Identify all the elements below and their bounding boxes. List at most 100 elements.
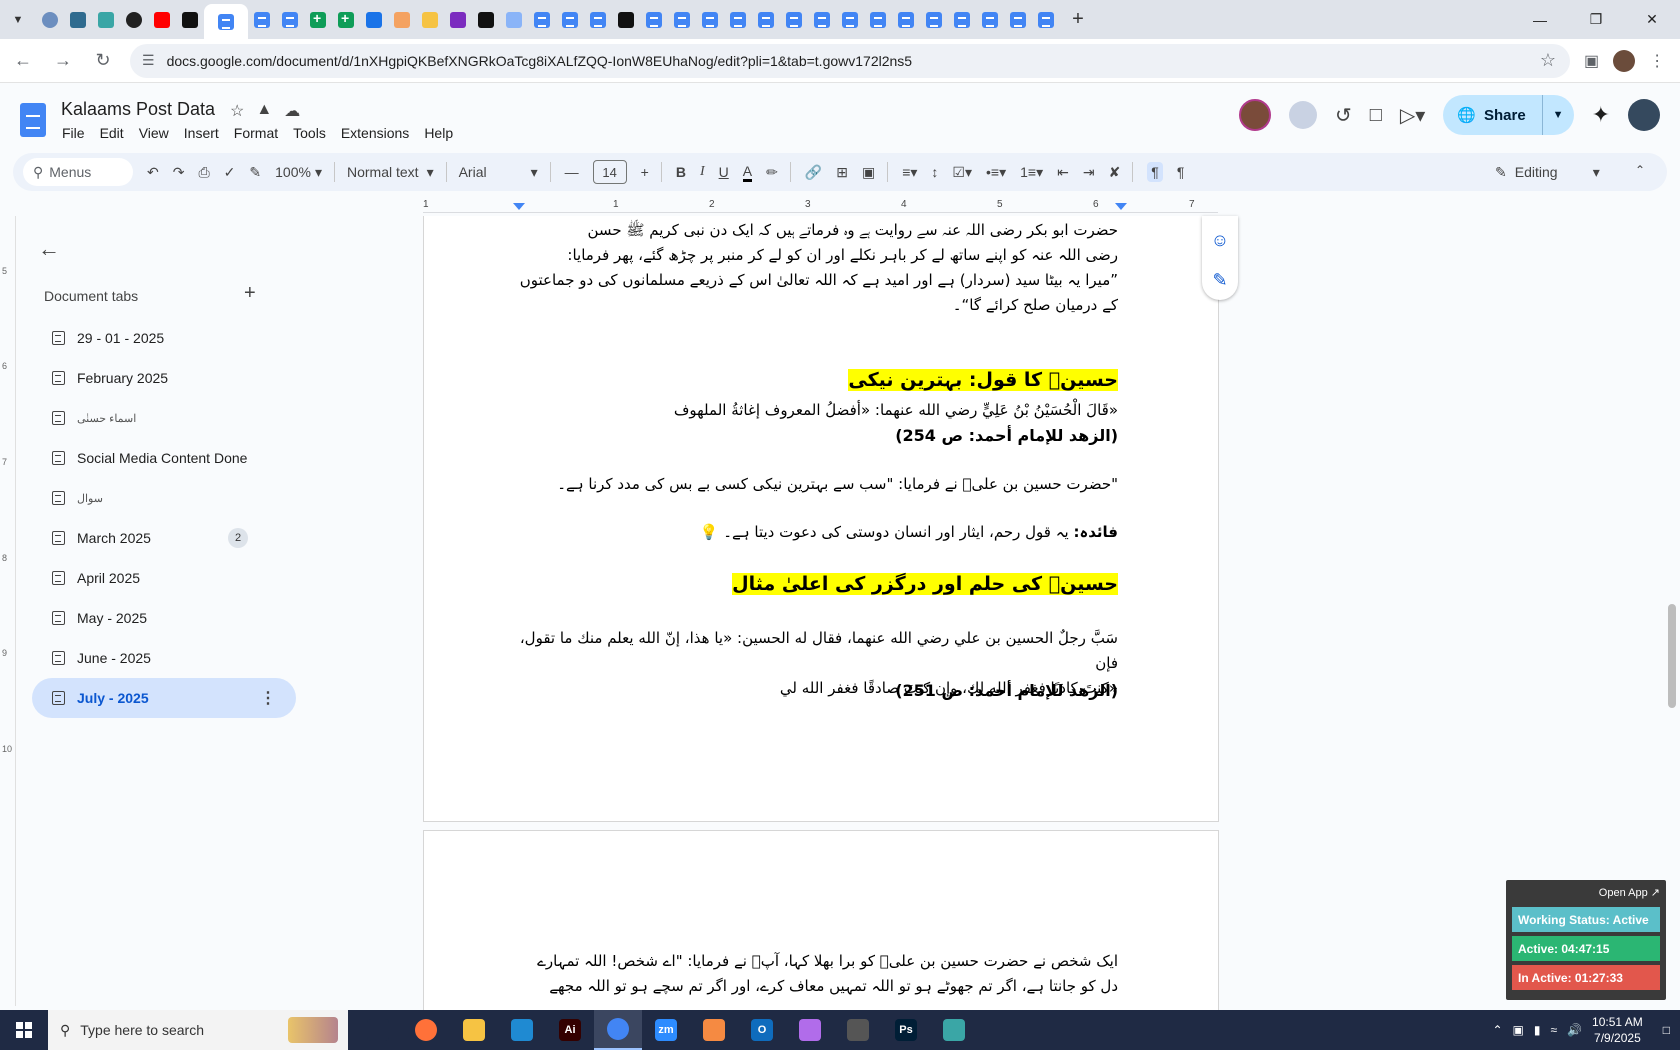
undo-icon[interactable]: ↶ [147, 164, 159, 181]
bullet-list-icon[interactable]: •≡▾ [986, 164, 1006, 181]
browser-tab[interactable] [948, 4, 976, 36]
zoom-select[interactable]: 100% ▾ [275, 164, 322, 181]
network-icon[interactable]: ▣ [1513, 1023, 1524, 1037]
browser-tab[interactable] [612, 4, 640, 36]
comments-icon[interactable]: □ [1370, 104, 1382, 127]
chevron-up-icon[interactable]: ⌃ [1492, 1023, 1502, 1037]
horizontal-ruler[interactable]: 1 1 2 3 4 5 6 7 [423, 199, 1218, 213]
spellcheck-icon[interactable]: ✓ [224, 164, 236, 181]
browser-tab[interactable] [976, 4, 1004, 36]
browser-tab[interactable] [556, 4, 584, 36]
paint-format-icon[interactable]: ✎ [249, 164, 261, 181]
document-tab-item[interactable]: July - 2025 ⋮ [32, 678, 296, 718]
taskbar-app[interactable] [786, 1010, 834, 1050]
menu-help[interactable]: Help [424, 125, 462, 141]
menu-edit[interactable]: Edit [100, 125, 133, 141]
back-icon[interactable]: ← [6, 44, 40, 78]
browser-tab[interactable] [864, 4, 892, 36]
more-options-icon[interactable]: ⋮ [260, 688, 276, 708]
document-tab-item[interactable]: سوال [32, 478, 296, 518]
version-history-icon[interactable]: ↺ [1335, 103, 1352, 128]
star-icon[interactable]: ☆ [230, 101, 244, 121]
minimize-icon[interactable]: — [1512, 0, 1568, 39]
taskbar-app[interactable] [930, 1010, 978, 1050]
print-icon[interactable]: ⎙ [198, 164, 209, 181]
document-tab-item[interactable]: Social Media Content Done [32, 438, 296, 478]
extensions-icon[interactable]: ▣ [1584, 51, 1599, 71]
close-icon[interactable]: ✕ [1624, 0, 1680, 39]
document-tab-item[interactable]: June - 2025 [32, 638, 296, 678]
browser-tab[interactable] [640, 4, 668, 36]
address-input[interactable]: ☰ docs.google.com/document/d/1nXHgpiQKBe… [130, 43, 1570, 78]
document-tab-item[interactable]: اسماء حسنٰی [32, 398, 296, 438]
browser-tab[interactable] [920, 4, 948, 36]
taskbar-app[interactable] [498, 1010, 546, 1050]
redo-icon[interactable]: ↷ [173, 164, 185, 181]
taskbar-app[interactable]: zm [642, 1010, 690, 1050]
menu-view[interactable]: View [139, 125, 178, 141]
taskbar-app[interactable] [354, 1010, 402, 1050]
numbered-list-icon[interactable]: 1≡▾ [1020, 164, 1043, 181]
browser-tab[interactable] [808, 4, 836, 36]
browser-tab[interactable] [248, 4, 276, 36]
suggest-edit-icon[interactable]: ✎ [1212, 270, 1227, 291]
menu-file[interactable]: File [62, 125, 94, 141]
browser-tab[interactable] [120, 4, 148, 36]
forward-icon[interactable]: → [46, 44, 80, 78]
ltr-icon[interactable]: ¶ [1147, 162, 1163, 182]
document-page[interactable]: حضرت ابو بکر رضی اللہ عنہ سے روایت ہے وہ… [423, 216, 1219, 822]
browser-tab[interactable] [276, 4, 304, 36]
browser-tab[interactable] [388, 4, 416, 36]
emoji-reaction-icon[interactable]: ☺ [1211, 230, 1229, 251]
browser-tab[interactable] [472, 4, 500, 36]
document-tab-item[interactable]: May - 2025 [32, 598, 296, 638]
taskbar-app[interactable]: Ai [546, 1010, 594, 1050]
chrome-menu-icon[interactable]: ⋮ [1649, 51, 1665, 71]
browser-tab[interactable] [176, 4, 204, 36]
browser-tab[interactable] [148, 4, 176, 36]
browser-tab[interactable] [500, 4, 528, 36]
browser-tab[interactable] [752, 4, 780, 36]
taskbar-app[interactable]: Ps [882, 1010, 930, 1050]
bold-button[interactable]: B [676, 164, 686, 180]
checklist-icon[interactable]: ☑▾ [952, 164, 972, 181]
style-select[interactable]: Normal text ▾ [347, 164, 434, 181]
cloud-status-icon[interactable]: ☁ [284, 101, 300, 121]
browser-tab[interactable] [444, 4, 472, 36]
scrollbar[interactable] [1668, 604, 1676, 708]
clear-format-icon[interactable]: ✘ [1109, 164, 1121, 181]
volume-icon[interactable]: 🔊 [1567, 1023, 1582, 1037]
browser-tab[interactable] [696, 4, 724, 36]
gemini-icon[interactable]: ✦ [1592, 102, 1610, 128]
add-tab-button[interactable]: + [244, 282, 256, 305]
taskbar-app[interactable]: O [738, 1010, 786, 1050]
increase-font-icon[interactable]: + [641, 164, 649, 180]
add-comment-icon[interactable]: ⊞ [836, 164, 848, 181]
browser-tab[interactable] [332, 4, 360, 36]
align-icon[interactable]: ≡▾ [902, 164, 917, 181]
browser-tab[interactable] [724, 4, 752, 36]
battery-icon[interactable]: ▮ [1534, 1023, 1541, 1037]
browser-tab[interactable] [584, 4, 612, 36]
collaborator-avatar[interactable] [1239, 99, 1271, 131]
document-tab-item[interactable]: March 2025 2 [32, 518, 296, 558]
browser-tab[interactable] [668, 4, 696, 36]
document-tab-item[interactable]: April 2025 [32, 558, 296, 598]
highlight-icon[interactable]: ✏ [766, 164, 778, 181]
menus-search[interactable]: ⚲ Menus [23, 158, 133, 186]
rtl-icon[interactable]: ¶ [1177, 164, 1185, 180]
menu-format[interactable]: Format [234, 125, 287, 141]
taskbar-app[interactable] [690, 1010, 738, 1050]
assistant-icon[interactable] [1289, 101, 1317, 129]
docs-home-icon[interactable] [20, 103, 46, 137]
share-button[interactable]: 🌐 Share ▼ [1443, 95, 1574, 135]
wifi-icon[interactable]: ≈ [1551, 1023, 1558, 1037]
browser-tab[interactable] [64, 4, 92, 36]
new-tab-button[interactable]: + [1064, 8, 1092, 31]
browser-tab[interactable] [360, 4, 388, 36]
browser-tab[interactable] [1004, 4, 1032, 36]
insert-image-icon[interactable]: ▣ [862, 164, 875, 181]
share-dropdown-icon[interactable]: ▼ [1543, 109, 1574, 121]
browser-tab[interactable] [204, 4, 248, 39]
text-color-button[interactable]: A [742, 163, 753, 182]
